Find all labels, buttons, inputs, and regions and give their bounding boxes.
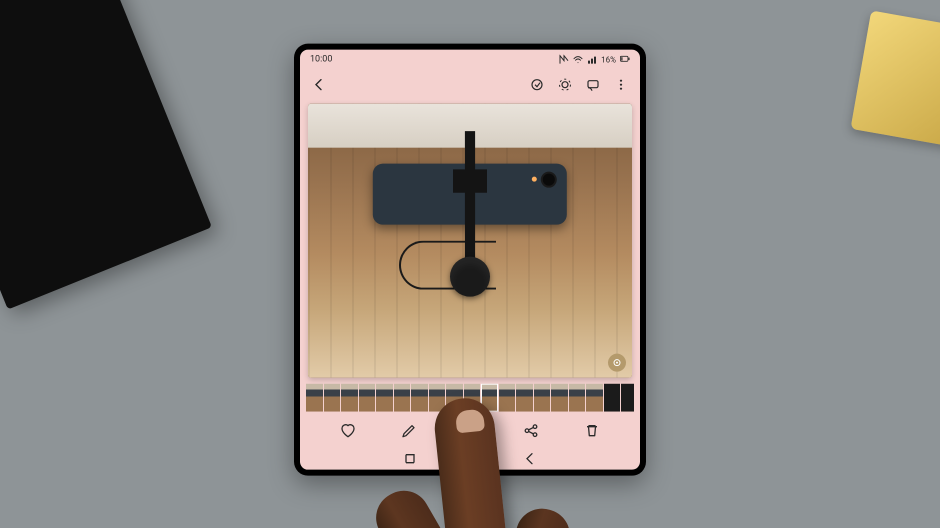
filmstrip-thumb[interactable] bbox=[569, 384, 586, 412]
more-options-icon[interactable] bbox=[610, 74, 632, 96]
product-box-prop: Galaxy Z Fold6 bbox=[0, 0, 212, 310]
filmstrip-thumb[interactable] bbox=[604, 384, 621, 412]
gallery-app-screen: 10:00 16% bbox=[300, 50, 640, 470]
details-button[interactable] bbox=[457, 418, 483, 444]
filmstrip-thumb[interactable] bbox=[464, 384, 481, 412]
favorite-button[interactable] bbox=[335, 418, 361, 444]
wifi-icon bbox=[573, 55, 583, 65]
nav-back-button[interactable] bbox=[522, 451, 538, 467]
filmstrip-thumb[interactable] bbox=[551, 384, 568, 412]
filmstrip-thumb[interactable] bbox=[341, 384, 358, 412]
filmstrip-thumb[interactable] bbox=[516, 384, 533, 412]
filmstrip-thumb[interactable] bbox=[394, 384, 411, 412]
filmstrip-thumb[interactable] bbox=[411, 384, 428, 412]
tablet-device: 10:00 16% bbox=[294, 44, 646, 476]
filmstrip-thumb[interactable] bbox=[499, 384, 516, 412]
filmstrip-thumb[interactable] bbox=[359, 384, 376, 412]
yellow-prop bbox=[850, 10, 940, 149]
filmstrip-thumb[interactable] bbox=[534, 384, 551, 412]
share-button[interactable] bbox=[518, 418, 544, 444]
photo-mic bbox=[450, 257, 490, 297]
battery-percent: 16% bbox=[601, 55, 616, 64]
filmstrip-thumb[interactable] bbox=[481, 384, 498, 412]
nav-recents-button[interactable] bbox=[402, 451, 418, 467]
filmstrip-thumb[interactable] bbox=[621, 384, 634, 412]
filmstrip-thumb[interactable] bbox=[429, 384, 446, 412]
photo-viewport[interactable] bbox=[308, 104, 632, 378]
signal-icon bbox=[587, 55, 597, 65]
photo-scene: Galaxy Z Fold6 10:00 16% bbox=[0, 0, 940, 528]
smart-view-icon[interactable] bbox=[582, 74, 604, 96]
battery-icon bbox=[620, 55, 630, 65]
filmstrip-thumb[interactable] bbox=[586, 384, 603, 412]
delete-button[interactable] bbox=[579, 418, 605, 444]
status-time: 10:00 bbox=[310, 55, 332, 65]
nav-home-button[interactable] bbox=[462, 451, 478, 467]
filmstrip-thumb[interactable] bbox=[376, 384, 393, 412]
bixby-badge-icon[interactable] bbox=[608, 354, 626, 372]
filmstrip-thumb[interactable] bbox=[446, 384, 463, 412]
remaster-icon[interactable] bbox=[526, 74, 548, 96]
filmstrip-thumb[interactable] bbox=[306, 384, 323, 412]
status-bar: 10:00 16% bbox=[300, 50, 640, 70]
bixby-vision-icon[interactable] bbox=[554, 74, 576, 96]
filmstrip[interactable] bbox=[306, 384, 634, 412]
action-bar bbox=[300, 414, 640, 448]
filmstrip-thumb[interactable] bbox=[324, 384, 341, 412]
nfc-icon bbox=[559, 55, 569, 65]
system-nav-bar bbox=[300, 448, 640, 470]
back-button[interactable] bbox=[308, 74, 330, 96]
gallery-header bbox=[300, 70, 640, 100]
edit-button[interactable] bbox=[396, 418, 422, 444]
status-right-cluster: 16% bbox=[559, 55, 630, 65]
